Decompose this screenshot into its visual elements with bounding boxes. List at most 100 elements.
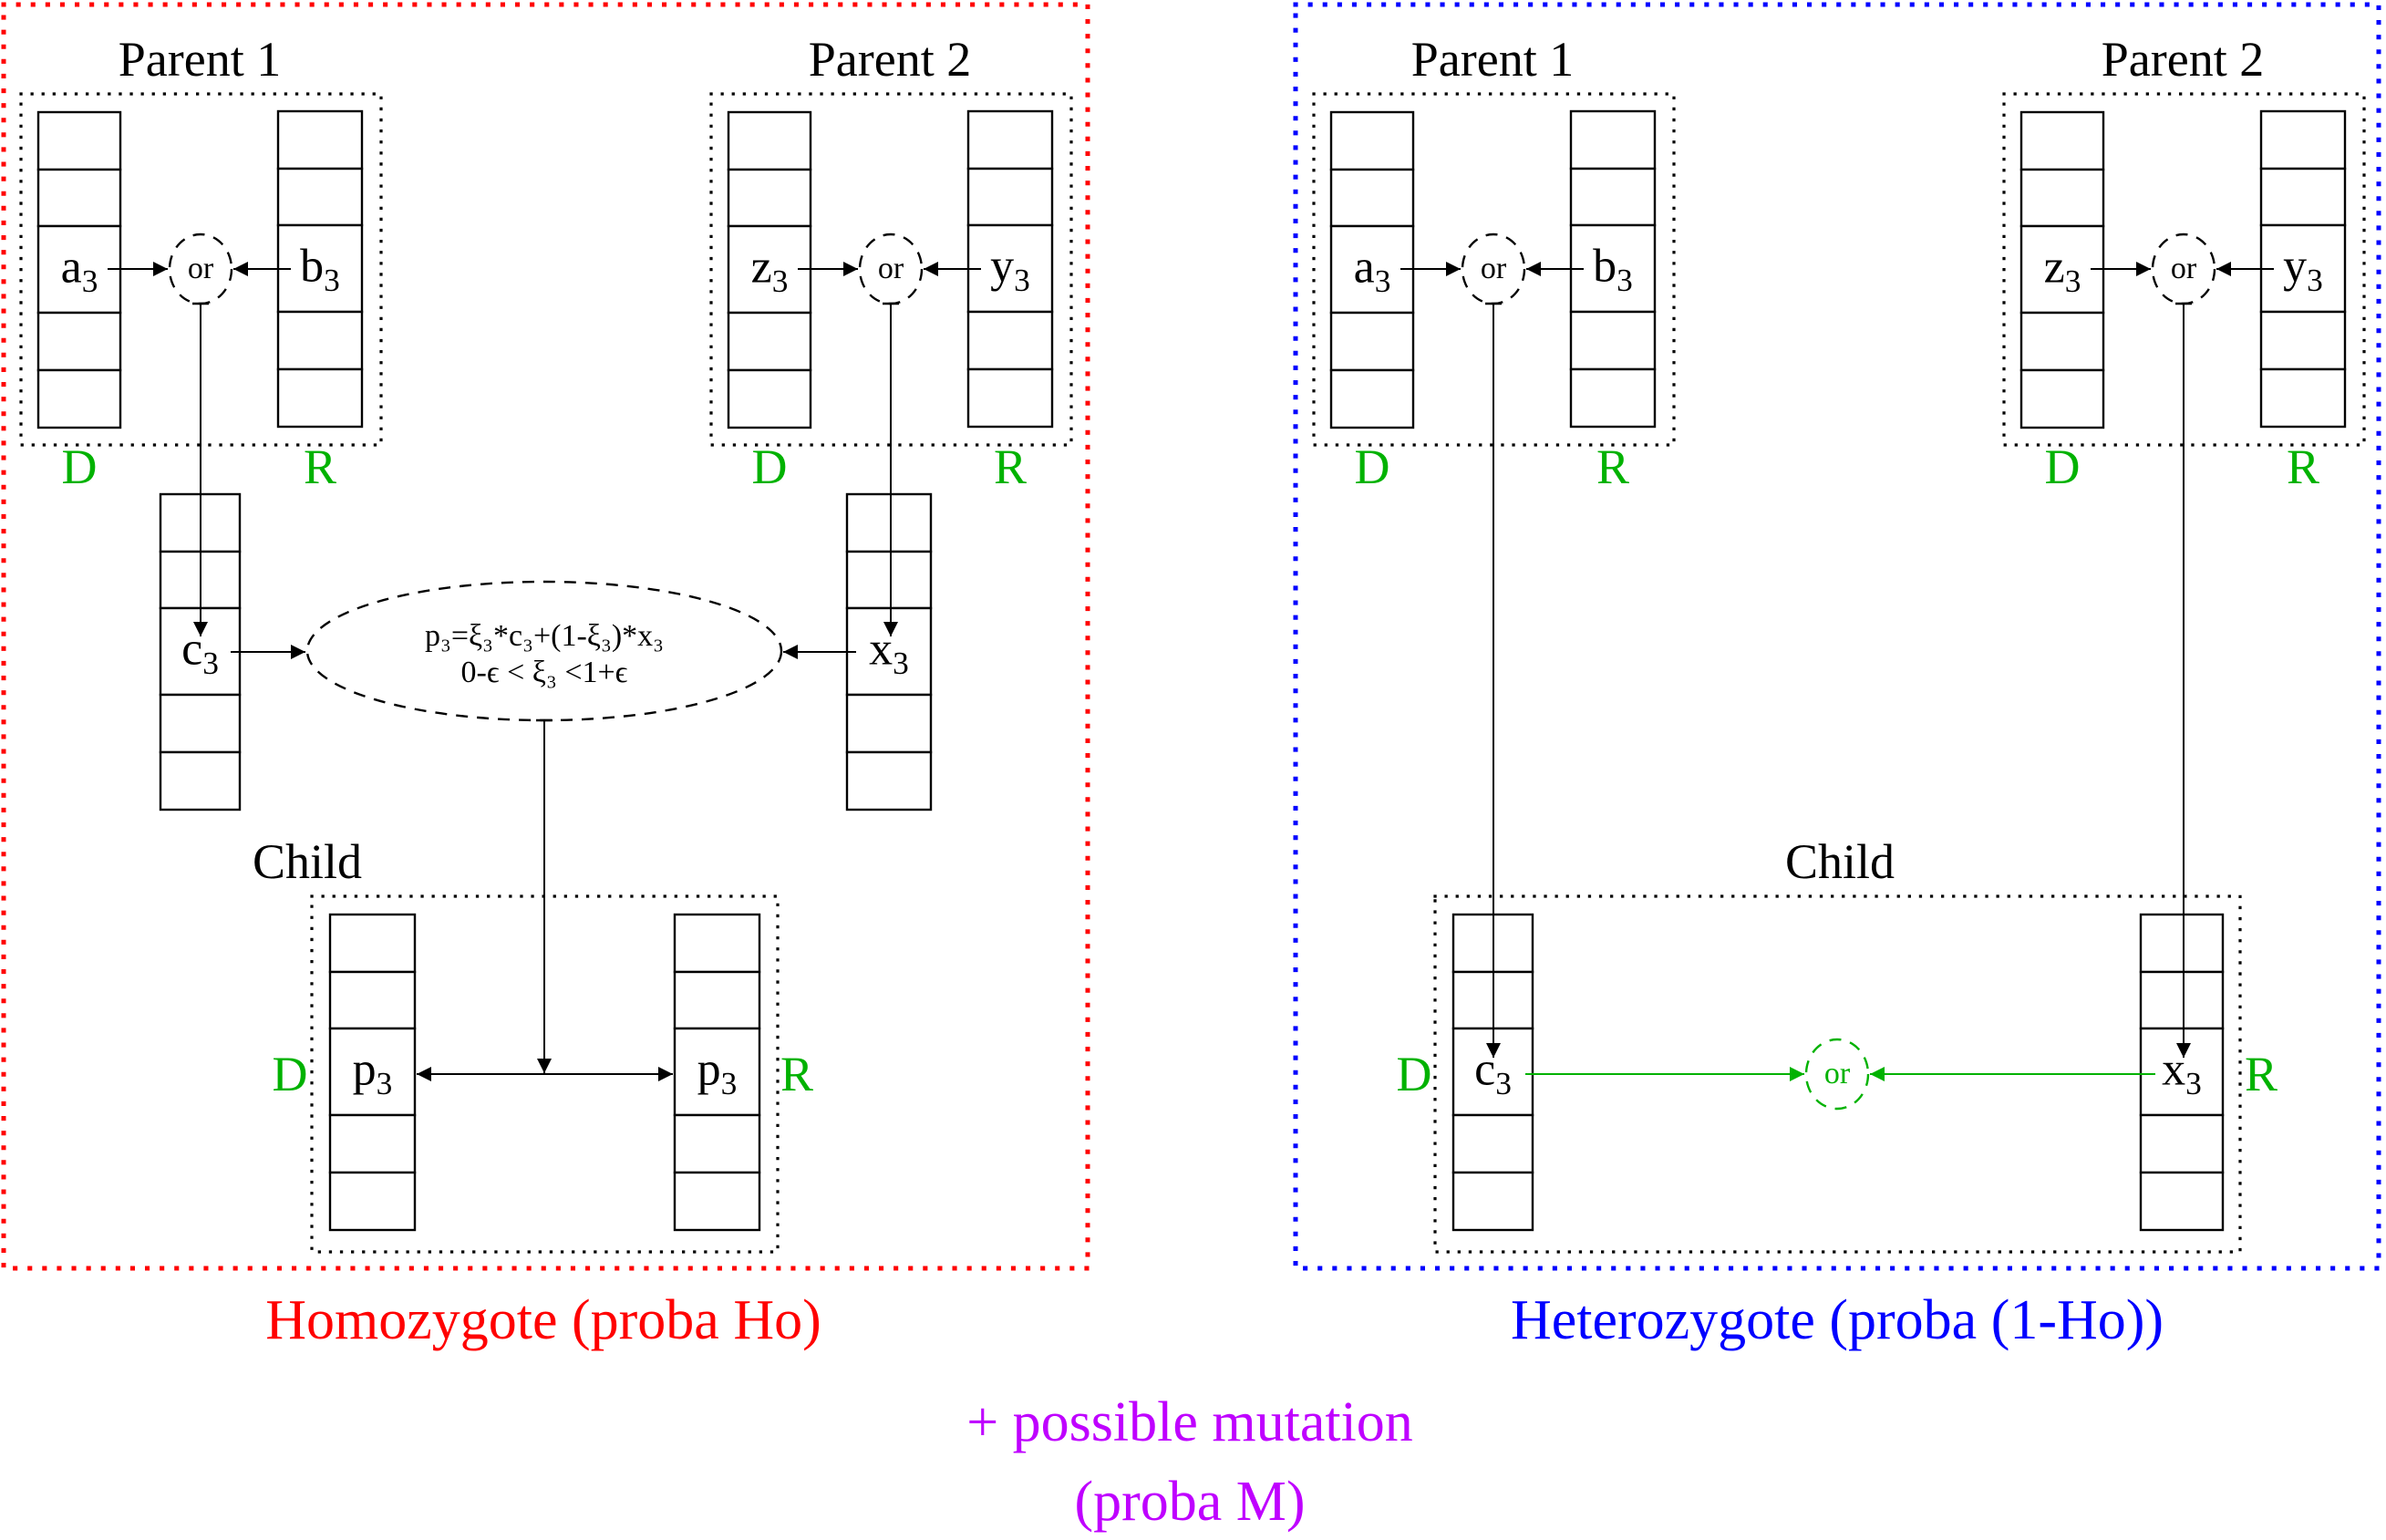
recessive-label: R [994,439,1027,494]
homozygote-caption: Homozygote (proba Ho) [265,1289,821,1351]
gene-label-symbol: a [61,242,82,294]
gene-label-subscript: 3 [377,1065,393,1101]
child-dominant-chromosome: p3 [328,913,417,1232]
gamete-label-x-subscript: 3 [893,645,909,681]
chromosome-cell [2139,1113,2225,1174]
gene-label-symbol: x [2162,1044,2185,1096]
chromosome-cell [1569,367,1657,429]
gene-label-subscript: 3 [2307,262,2323,298]
or-label: or [1481,252,1507,285]
chromosome-cell [276,109,364,171]
chromosome-cell [2139,913,2225,974]
chromosome-cell [276,367,364,429]
chromosome-cell [727,311,812,372]
child-or-selector: or [1804,1038,1870,1111]
chromosome-cell [159,693,242,754]
child-dominant-label: D [273,1047,308,1101]
chromosome-cell [36,110,122,171]
chromosome-cell [276,310,364,371]
gene-label-subscript: 3 [2065,263,2081,299]
gene-label-symbol: p [697,1044,721,1096]
or-label: or [2171,252,2197,285]
blend-constraint: 0-ϵ < ξ₃ <1+ϵ [461,656,628,689]
chromosome-cell [845,492,933,553]
chromosome-cell [966,310,1054,371]
parent-title: Parent 2 [2102,32,2264,87]
parent-title: Parent 2 [809,32,971,87]
chromosome-cell [2259,109,2347,171]
chromosome-cell [36,368,122,429]
chromosome-cell [328,1171,417,1232]
recessive-label: R [1596,439,1629,494]
chromosome-cell [36,168,122,228]
gene-label-symbol: y [990,241,1014,293]
gene-label-subscript: 3 [2185,1065,2202,1101]
child-recessive-label: R [2245,1047,2278,1101]
chromosome-cell [845,550,933,610]
chromosome-cell [966,109,1054,171]
heterozygote-caption: Heterozygote (proba (1-Ho)) [1511,1289,2164,1351]
gamete-label-c-subscript: 3 [202,645,219,681]
chromosome-cell [2139,970,2225,1030]
dominant-label: D [752,439,788,494]
chromosome-cell [1329,168,1415,228]
chromosome-cell [966,167,1054,227]
or-label: or [188,252,214,285]
dominant-label: D [1355,439,1390,494]
chromosome-cell [2019,110,2105,171]
chromosome-cell [1451,1113,1534,1174]
or-label: or [1824,1057,1851,1090]
child-recessive-chromosome: x3 [2139,913,2225,1232]
chromosome-cell [1569,310,1657,371]
dominant-label: D [62,439,98,494]
chromosome-cell [1329,368,1415,429]
homozygote-panel: Parent 1a3 b3D RorParent 2z3 y3D Rorc3 x3p₃=ξ… [1,2,1090,1351]
gene-label-subscript: 3 [772,263,789,299]
gene-label-subscript: 3 [721,1065,738,1101]
child-title: Child [1785,834,1895,889]
chromosome-cell [1329,110,1415,171]
chromosome-cell [2019,368,2105,429]
gene-label-subscript: 3 [1014,262,1030,298]
chromosome-cell [276,167,364,227]
recessive-label: R [2287,439,2319,494]
gamete-label-x-symbol: x [869,624,893,676]
chromosome-cell [2259,167,2347,227]
chromosome-cell [2259,310,2347,371]
chromosome-cell [328,1113,417,1174]
gene-label-subscript: 3 [82,263,98,299]
chromosome-cell [2019,311,2105,372]
chromosome-cell [2019,168,2105,228]
chromosome-cell [673,913,761,974]
genetic-crossover-diagram: Parent 1a3 b3D RorParent 2z3 y3D Rorc3 x3p₃=ξ… [1,2,2381,1533]
chromosome-cell [159,750,242,811]
chromosome-cell [966,367,1054,429]
child-title: Child [253,834,362,889]
chromosome-cell [328,970,417,1030]
chromosome-cell [673,970,761,1030]
chromosome-cell [845,750,933,811]
chromosome-cell [1451,1171,1534,1232]
chromosome-cell [328,913,417,974]
dominant-label: D [2045,439,2081,494]
chromosome-cell [1329,311,1415,372]
chromosome-cell [673,1113,761,1174]
parent-or-selector: or [168,233,233,305]
child-dominant-label: D [1397,1047,1432,1101]
parent-title: Parent 1 [119,32,281,87]
chromosome-cell [36,311,122,372]
chromosome-cell [1569,167,1657,227]
gene-label-subscript: 3 [324,262,340,298]
blend-formula: p₃=ξ₃*c₃+(1-ξ₃)*x₃ [425,619,664,653]
child-recessive-chromosome: p3 [673,913,761,1232]
gene-label-symbol: b [300,241,324,293]
gene-label-symbol: b [1593,241,1616,293]
recessive-label: R [304,439,336,494]
gene-label-symbol: a [1354,242,1375,294]
gene-label-symbol: z [751,242,772,294]
gene-label-subscript: 3 [1495,1065,1512,1101]
mutation-note: + possible mutation [966,1391,1413,1453]
chromosome-cell [845,693,933,754]
mutation-probability: (proba M) [1074,1471,1305,1533]
chromosome-cell [727,168,812,228]
